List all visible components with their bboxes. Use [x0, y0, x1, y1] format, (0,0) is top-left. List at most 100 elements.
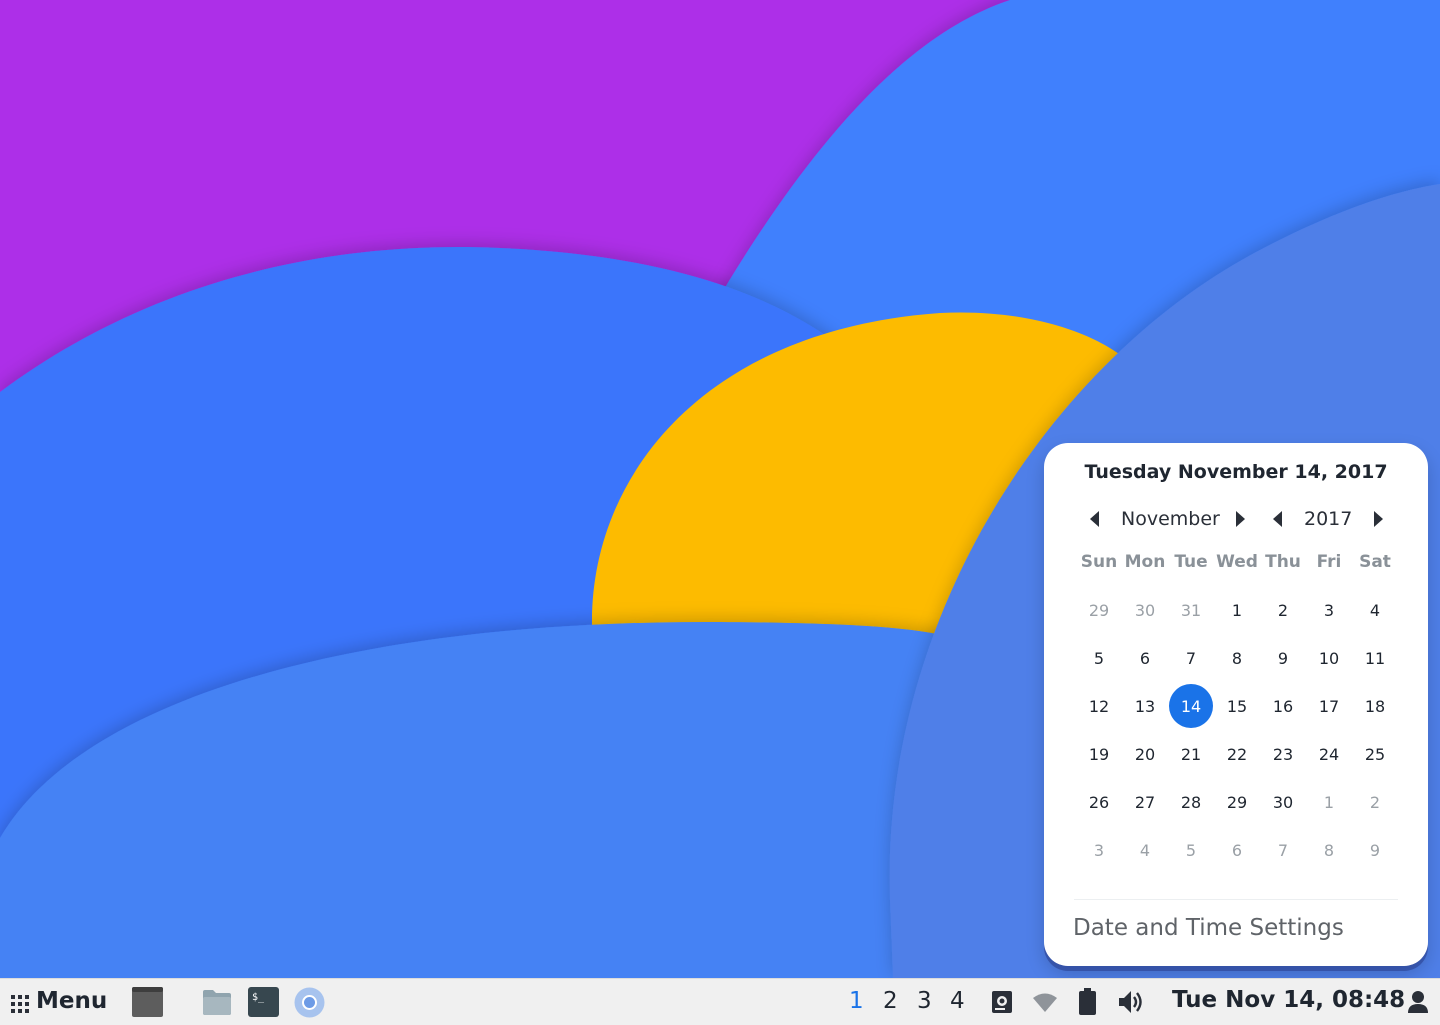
calendar-day[interactable]: 3 [1076, 827, 1122, 875]
weekday-header: Sun Mon Tue Wed Thu Fri Sat [1076, 552, 1398, 574]
day-number: 12 [1088, 697, 1110, 716]
weekday-label: Sat [1359, 552, 1391, 572]
weekday-label: Tue [1174, 552, 1208, 572]
day-number: 29 [1088, 601, 1110, 620]
day-number: 16 [1272, 697, 1294, 716]
calendar-day[interactable]: 28 [1168, 779, 1214, 827]
weekday-label: Mon [1124, 552, 1166, 572]
date-time-settings-link[interactable]: Date and Time Settings [1073, 915, 1344, 941]
day-number: 3 [1323, 601, 1335, 620]
battery-icon[interactable] [1078, 988, 1097, 1020]
day-number: 21 [1180, 745, 1202, 764]
calendar-day[interactable]: 18 [1352, 683, 1398, 731]
selected-day[interactable]: 14 [1168, 683, 1214, 731]
day-number: 30 [1272, 793, 1294, 812]
workspace-1[interactable]: 1 [849, 988, 864, 1014]
taskbar-clock[interactable]: Tue Nov 14, 08:48 [1172, 987, 1405, 1013]
calendar-day[interactable]: 29 [1214, 779, 1260, 827]
calendar-day[interactable]: 7 [1260, 827, 1306, 875]
workspace-2[interactable]: 2 [883, 988, 898, 1014]
calendar-navigation: November 2017 [1044, 508, 1428, 534]
weekday-label: Wed [1216, 552, 1258, 572]
next-year-icon[interactable] [1374, 511, 1383, 527]
browser-icon[interactable] [294, 987, 325, 1022]
calendar-day[interactable]: 1 [1214, 587, 1260, 635]
day-number: 1 [1323, 793, 1335, 812]
calendar-day[interactable]: 23 [1260, 731, 1306, 779]
calendar-day[interactable]: 6 [1122, 635, 1168, 683]
day-number: 31 [1180, 601, 1202, 620]
wifi-icon[interactable] [1032, 993, 1058, 1017]
calendar-day[interactable]: 30 [1122, 587, 1168, 635]
terminal-icon[interactable]: $_ [248, 987, 279, 1021]
calendar-day[interactable]: 12 [1076, 683, 1122, 731]
prev-year-icon[interactable] [1273, 511, 1282, 527]
calendar-day[interactable]: 29 [1076, 587, 1122, 635]
calendar-day[interactable]: 11 [1352, 635, 1398, 683]
day-number: 2 [1369, 793, 1381, 812]
day-number: 26 [1088, 793, 1110, 812]
calendar-day[interactable]: 20 [1122, 731, 1168, 779]
svg-text:$_: $_ [252, 992, 265, 1003]
day-number: 4 [1139, 841, 1151, 860]
window-icon[interactable] [132, 987, 163, 1021]
workspace-4[interactable]: 4 [950, 988, 965, 1014]
calendar-day[interactable]: 4 [1122, 827, 1168, 875]
day-number: 10 [1318, 649, 1340, 668]
calendar-day[interactable]: 5 [1076, 635, 1122, 683]
calendar-popup: Tuesday November 14, 2017 November 2017 … [1044, 443, 1428, 966]
calendar-day[interactable]: 13 [1122, 683, 1168, 731]
calendar-day[interactable]: 2 [1260, 587, 1306, 635]
weekday-label: Fri [1316, 552, 1342, 572]
day-number: 19 [1088, 745, 1110, 764]
calendar-day[interactable]: 1 [1306, 779, 1352, 827]
calendar-day[interactable]: 3 [1306, 587, 1352, 635]
next-month-icon[interactable] [1236, 511, 1245, 527]
calendar-day[interactable]: 8 [1214, 635, 1260, 683]
calendar-day[interactable]: 5 [1168, 827, 1214, 875]
calendar-day[interactable]: 27 [1122, 779, 1168, 827]
day-number: 25 [1364, 745, 1386, 764]
calendar-day[interactable]: 10 [1306, 635, 1352, 683]
divider [1074, 899, 1398, 900]
day-number: 9 [1369, 841, 1381, 860]
menu-label: Menu [36, 988, 108, 1014]
day-number: 3 [1093, 841, 1105, 860]
day-number: 9 [1277, 649, 1289, 668]
prev-month-icon[interactable] [1090, 511, 1099, 527]
calendar-day[interactable]: 22 [1214, 731, 1260, 779]
day-number: 11 [1364, 649, 1386, 668]
app-grid-icon [11, 995, 29, 1013]
calendar-day[interactable]: 24 [1306, 731, 1352, 779]
calendar-day[interactable]: 8 [1306, 827, 1352, 875]
day-number: 20 [1134, 745, 1156, 764]
files-icon[interactable] [202, 988, 232, 1020]
calendar-date-title: Tuesday November 14, 2017 [1084, 461, 1388, 483]
day-number: 17 [1318, 697, 1340, 716]
calendar-day[interactable]: 19 [1076, 731, 1122, 779]
day-number: 30 [1134, 601, 1156, 620]
calendar-day[interactable]: 30 [1260, 779, 1306, 827]
calendar-day[interactable]: 9 [1260, 635, 1306, 683]
calendar-day[interactable]: 2 [1352, 779, 1398, 827]
screenshot-icon[interactable] [991, 990, 1013, 1018]
day-number: 22 [1226, 745, 1248, 764]
calendar-day[interactable]: 6 [1214, 827, 1260, 875]
day-number: 13 [1134, 697, 1156, 716]
calendar-day[interactable]: 25 [1352, 731, 1398, 779]
calendar-day[interactable]: 17 [1306, 683, 1352, 731]
weekday-label: Sun [1080, 552, 1118, 572]
calendar-day[interactable]: 26 [1076, 779, 1122, 827]
calendar-day[interactable]: 9 [1352, 827, 1398, 875]
user-icon[interactable] [1407, 990, 1429, 1018]
calendar-day[interactable]: 16 [1260, 683, 1306, 731]
day-number: 28 [1180, 793, 1202, 812]
calendar-day[interactable]: 4 [1352, 587, 1398, 635]
calendar-day[interactable]: 15 [1214, 683, 1260, 731]
month-label: November [1121, 508, 1220, 530]
calendar-day[interactable]: 31 [1168, 587, 1214, 635]
workspace-3[interactable]: 3 [917, 988, 932, 1014]
calendar-day[interactable]: 7 [1168, 635, 1214, 683]
calendar-day[interactable]: 21 [1168, 731, 1214, 779]
volume-icon[interactable] [1118, 989, 1145, 1019]
